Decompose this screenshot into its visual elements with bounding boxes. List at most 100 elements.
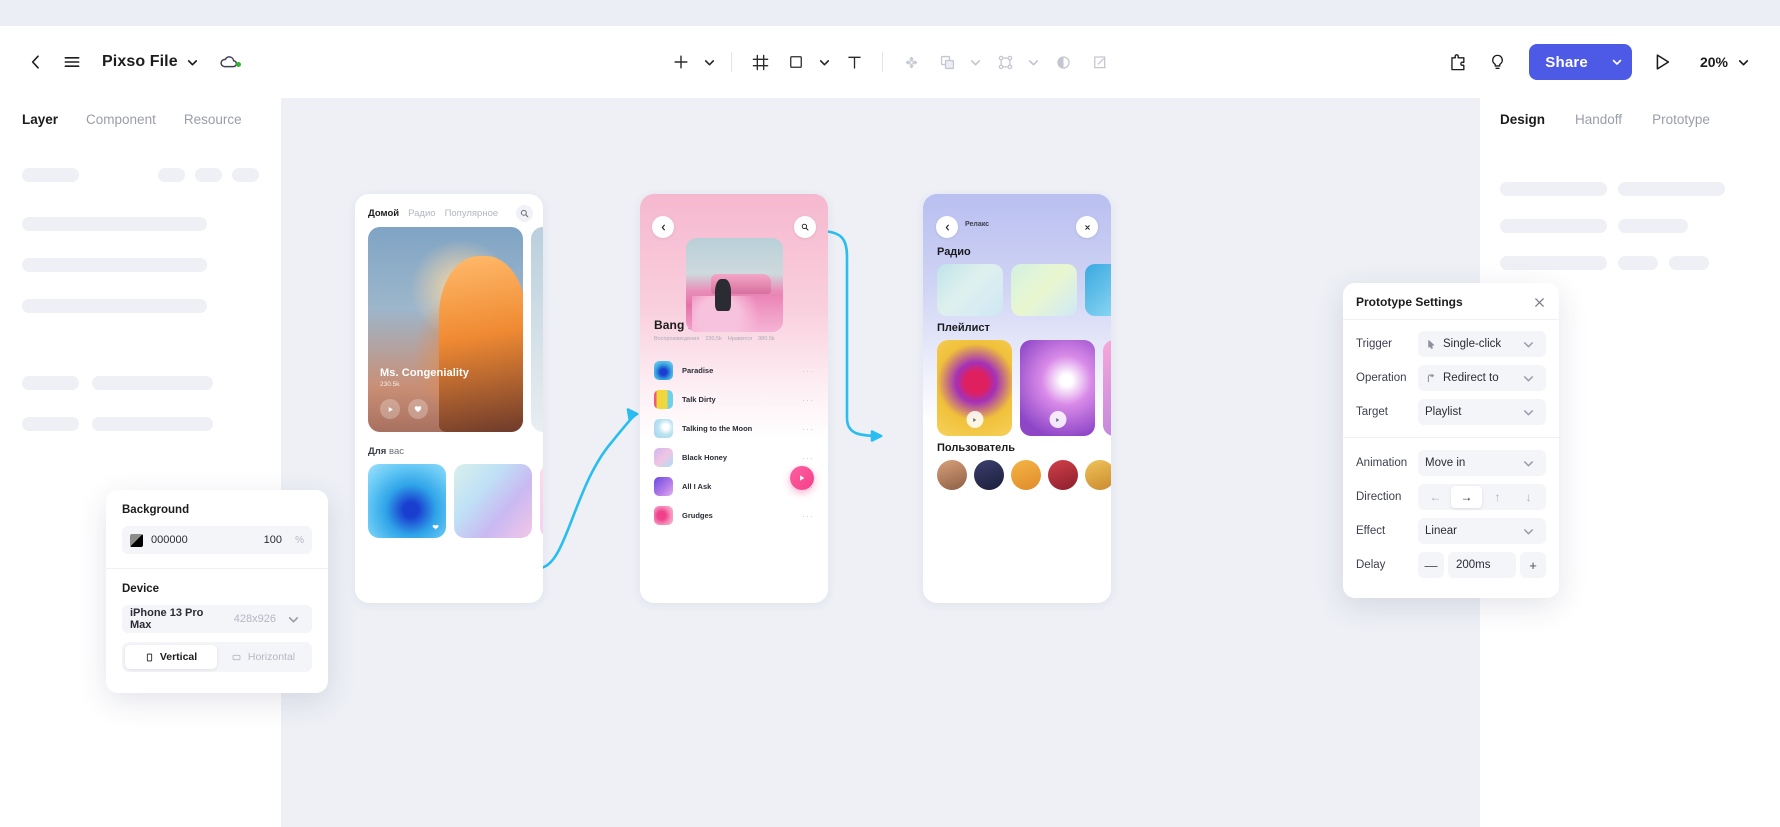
mockup-screen-song[interactable]: Bang Bang Воспроизведения 230.5k Нравитс…	[640, 194, 828, 603]
zoom-level-selector[interactable]: 20%	[1694, 47, 1758, 77]
tab-layer[interactable]: Layer	[22, 112, 58, 127]
avatar[interactable]	[1011, 460, 1041, 490]
close-icon[interactable]	[1076, 216, 1098, 238]
track-row[interactable]: Grudges ···	[640, 501, 828, 530]
hero-card[interactable]: Ms. Congeniality 230.5k	[368, 227, 523, 432]
foryou-card[interactable]: ❤	[368, 464, 446, 538]
color-hex-value[interactable]: 000000	[151, 534, 256, 546]
design-canvas[interactable]: Домой Радио Популярное Ms. Congeniality …	[281, 98, 1480, 827]
orientation-horizontal-button[interactable]: Horizontal	[217, 645, 309, 669]
play-icon[interactable]	[380, 399, 400, 419]
arrow-right-icon[interactable]: →	[1451, 486, 1482, 508]
home-foryou-cards[interactable]: ❤ ❤	[355, 464, 543, 538]
play-present-icon[interactable]	[1644, 44, 1680, 80]
back-chevron-left-icon[interactable]	[18, 44, 54, 80]
hero-card-next[interactable]	[531, 227, 543, 432]
back-chevron-left-icon[interactable]	[652, 216, 674, 238]
text-icon[interactable]	[837, 45, 871, 79]
arrow-up-icon[interactable]: ↑	[1482, 486, 1513, 508]
playlist-card[interactable]	[1020, 340, 1095, 436]
file-title-chevron-down-icon[interactable]	[182, 51, 204, 73]
track-more-icon[interactable]: ···	[802, 395, 814, 405]
background-color-field[interactable]: 000000 100 %	[122, 526, 312, 554]
target-chevron-down-icon[interactable]	[1517, 401, 1539, 423]
slice-icon[interactable]	[1082, 45, 1116, 79]
device-select[interactable]: iPhone 13 Pro Max 428x926	[122, 605, 312, 633]
nav-tab-popular[interactable]: Популярное	[445, 208, 499, 219]
shape-rectangle-icon[interactable]	[779, 45, 813, 79]
mask-icon[interactable]	[1046, 45, 1080, 79]
nav-tab-radio[interactable]: Радио	[408, 208, 435, 219]
animation-select[interactable]: Move in	[1418, 450, 1546, 476]
track-more-icon[interactable]: ···	[802, 511, 814, 521]
search-icon[interactable]	[794, 216, 816, 238]
playlist-card[interactable]	[937, 340, 1012, 436]
track-more-icon[interactable]: ···	[802, 453, 814, 463]
shape-chevron-down-icon[interactable]	[813, 51, 835, 73]
delay-increment-button[interactable]: +	[1520, 552, 1546, 578]
playlist-card-row[interactable]	[923, 340, 1111, 436]
tab-prototype[interactable]: Prototype	[1652, 112, 1710, 127]
track-row[interactable]: Paradise ···	[640, 356, 828, 385]
lightbulb-icon[interactable]	[1479, 44, 1515, 80]
trigger-chevron-down-icon[interactable]	[1517, 333, 1539, 355]
avatar[interactable]	[937, 460, 967, 490]
back-chevron-left-icon[interactable]	[936, 216, 958, 238]
effect-select[interactable]: Linear	[1418, 518, 1546, 544]
delay-decrement-button[interactable]: —	[1418, 552, 1444, 578]
add-chevron-down-icon[interactable]	[698, 51, 720, 73]
heart-icon[interactable]	[408, 399, 428, 419]
radio-card[interactable]	[1085, 264, 1111, 316]
home-hero-carousel[interactable]: Ms. Congeniality 230.5k	[355, 227, 543, 432]
heart-icon[interactable]: ❤	[432, 523, 439, 532]
avatar[interactable]	[974, 460, 1004, 490]
tab-design[interactable]: Design	[1500, 112, 1545, 127]
close-icon[interactable]	[1533, 296, 1546, 309]
playlist-card[interactable]	[1103, 340, 1111, 436]
delay-value[interactable]: 200ms	[1448, 552, 1516, 578]
radio-card[interactable]	[1011, 264, 1077, 316]
arrow-left-icon[interactable]: ←	[1420, 486, 1451, 508]
radio-card[interactable]	[937, 264, 1003, 316]
play-icon[interactable]	[966, 411, 983, 428]
avatar[interactable]	[1085, 460, 1111, 490]
mockup-screen-home[interactable]: Домой Радио Популярное Ms. Congeniality …	[355, 194, 543, 603]
component-icon[interactable]	[988, 45, 1022, 79]
opacity-value[interactable]: 100	[264, 534, 282, 546]
hamburger-menu-icon[interactable]	[54, 44, 90, 80]
avatar[interactable]	[1048, 460, 1078, 490]
foryou-card[interactable]	[454, 464, 532, 538]
target-select[interactable]: Playlist	[1418, 399, 1546, 425]
device-chevron-down-icon[interactable]	[282, 608, 304, 630]
arrow-down-icon[interactable]: ↓	[1513, 486, 1544, 508]
component-chevron-down-icon[interactable]	[1022, 51, 1044, 73]
tab-component[interactable]: Component	[86, 112, 156, 127]
operation-chevron-down-icon[interactable]	[1517, 367, 1539, 389]
animation-chevron-down-icon[interactable]	[1517, 452, 1539, 474]
trigger-select[interactable]: Single-click	[1418, 331, 1546, 357]
color-swatch[interactable]	[130, 533, 143, 547]
add-icon[interactable]	[664, 45, 698, 79]
track-more-icon[interactable]: ···	[802, 366, 814, 376]
frame-icon[interactable]	[743, 45, 777, 79]
user-avatar-row[interactable]	[923, 460, 1111, 490]
nav-tab-home[interactable]: Домой	[368, 208, 399, 219]
cloud-saved-icon[interactable]	[216, 49, 242, 75]
operation-select[interactable]: Redirect to	[1418, 365, 1546, 391]
radio-card-row[interactable]	[923, 264, 1111, 316]
track-row[interactable]: Talk Dirty ···	[640, 385, 828, 414]
track-row[interactable]: Talking to the Moon ···	[640, 414, 828, 443]
boolean-chevron-down-icon[interactable]	[964, 51, 986, 73]
search-icon[interactable]	[516, 205, 533, 222]
share-button[interactable]: Share	[1529, 44, 1632, 80]
foryou-card[interactable]: ❤	[540, 464, 543, 538]
effect-chevron-down-icon[interactable]	[1517, 520, 1539, 542]
plugin-puzzle-icon[interactable]	[1439, 44, 1475, 80]
orientation-vertical-button[interactable]: Vertical	[125, 645, 217, 669]
vector-move-icon[interactable]	[894, 45, 928, 79]
play-icon[interactable]	[790, 466, 814, 490]
share-chevron-down-icon[interactable]	[1602, 44, 1632, 80]
track-more-icon[interactable]: ···	[802, 424, 814, 434]
mockup-screen-playlist[interactable]: Релакс Радио Плейлист Пользователь	[923, 194, 1111, 603]
boolean-union-icon[interactable]	[930, 45, 964, 79]
